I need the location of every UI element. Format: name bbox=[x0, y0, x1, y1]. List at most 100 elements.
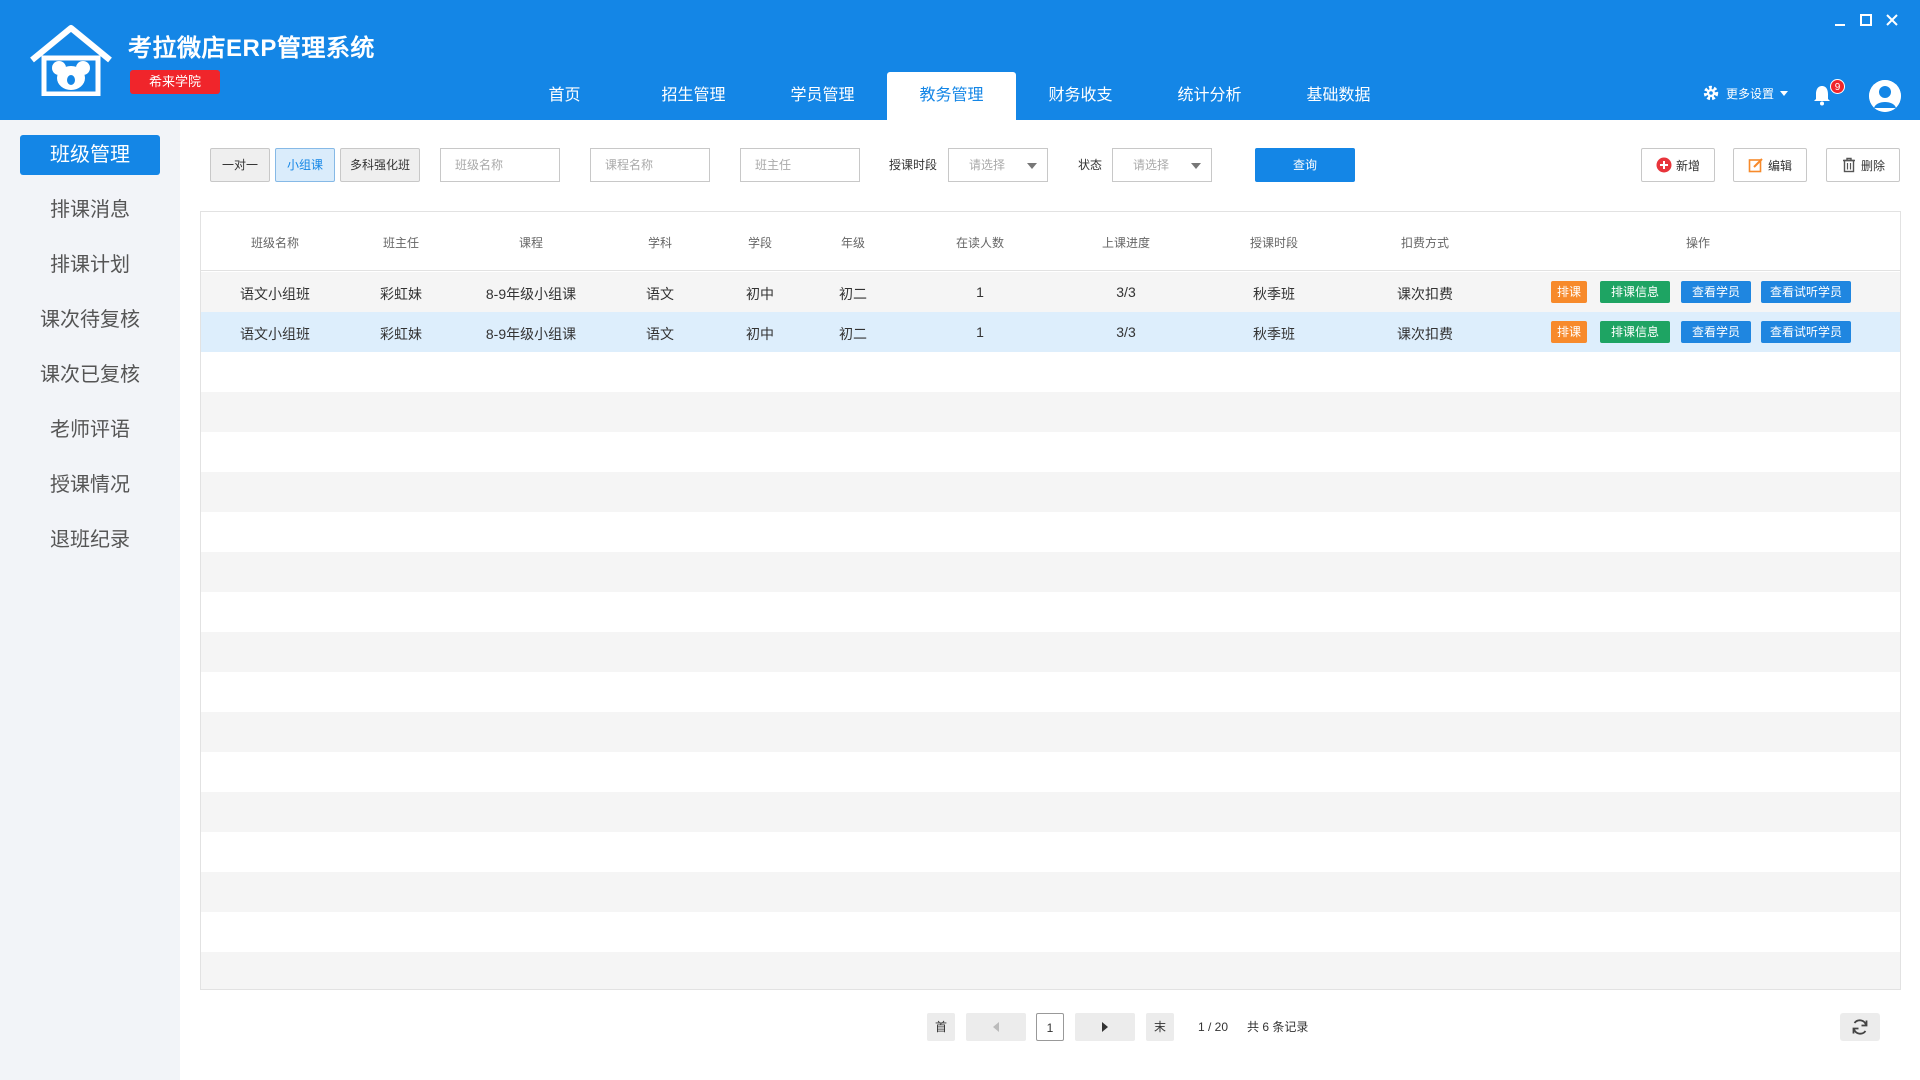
schedule-button[interactable]: 排课 bbox=[1551, 281, 1587, 303]
column-subject: 学科 bbox=[647, 236, 673, 250]
type-multi-subject-button[interactable]: 多科强化班 bbox=[340, 148, 420, 182]
empty-row bbox=[201, 512, 1900, 552]
gear-icon bbox=[1703, 85, 1719, 101]
empty-row bbox=[201, 392, 1900, 432]
sidebar-item-class-management[interactable]: 班级管理 bbox=[20, 135, 160, 175]
status-value: 请选择 bbox=[1133, 158, 1170, 172]
schedule-info-button[interactable]: 排课信息 bbox=[1600, 281, 1670, 303]
edit-label: 编辑 bbox=[1767, 158, 1792, 173]
status-select[interactable]: 请选择 bbox=[1112, 148, 1212, 182]
class-name-input[interactable]: 班级名称 bbox=[440, 148, 560, 182]
schedule-info-button[interactable]: 排课信息 bbox=[1600, 321, 1670, 343]
cell-period: 秋季班 bbox=[1253, 326, 1295, 342]
column-class-name: 班级名称 bbox=[250, 236, 300, 250]
empty-row bbox=[201, 712, 1900, 752]
delete-button[interactable]: 删除 bbox=[1826, 148, 1900, 182]
column-actions: 操作 bbox=[1685, 236, 1711, 250]
column-fee-method: 扣费方式 bbox=[1400, 236, 1450, 250]
notification-badge: 9 bbox=[1830, 79, 1845, 94]
close-icon[interactable] bbox=[1886, 12, 1898, 28]
cell-subject: 语文 bbox=[646, 326, 674, 342]
chevron-down-icon bbox=[1191, 163, 1201, 169]
cell-progress: 3/3 bbox=[1116, 324, 1136, 340]
bell-icon[interactable] bbox=[1812, 84, 1832, 106]
nav-statistics[interactable]: 统计分析 bbox=[1145, 72, 1274, 120]
head-teacher-input[interactable]: 班主任 bbox=[740, 148, 860, 182]
caret-left-icon bbox=[993, 1022, 999, 1032]
view-students-button[interactable]: 查看学员 bbox=[1681, 321, 1751, 343]
empty-row bbox=[201, 752, 1900, 792]
cell-course: 8-9年级小组课 bbox=[485, 326, 577, 342]
refresh-button[interactable] bbox=[1840, 1013, 1880, 1041]
sidebar-item-teacher-comments[interactable]: 老师评语 bbox=[20, 410, 160, 450]
next-page-button[interactable] bbox=[1075, 1013, 1135, 1041]
sidebar-item-schedule-plan[interactable]: 排课计划 bbox=[20, 245, 160, 285]
nav-academic[interactable]: 教务管理 bbox=[887, 72, 1016, 120]
nav-home[interactable]: 首页 bbox=[500, 72, 629, 120]
empty-row bbox=[201, 472, 1900, 512]
empty-row bbox=[201, 352, 1900, 392]
cell-subject: 语文 bbox=[646, 286, 674, 302]
column-progress: 上课进度 bbox=[1101, 236, 1151, 250]
page-number-input[interactable]: 1 bbox=[1036, 1013, 1064, 1041]
view-students-button[interactable]: 查看学员 bbox=[1681, 281, 1751, 303]
empty-row bbox=[201, 832, 1900, 872]
empty-row bbox=[201, 912, 1900, 952]
edit-button[interactable]: 编辑 bbox=[1733, 148, 1807, 182]
cell-enrolled: 1 bbox=[976, 284, 984, 300]
nav-base-data[interactable]: 基础数据 bbox=[1274, 72, 1403, 120]
cell-course: 8-9年级小组课 bbox=[485, 286, 577, 302]
cell-head-teacher: 彩虹妹 bbox=[380, 326, 422, 342]
column-head-teacher: 班主任 bbox=[382, 236, 420, 250]
type-small-group-button[interactable]: 小组课 bbox=[275, 148, 335, 182]
sidebar-item-reviewed[interactable]: 课次已复核 bbox=[20, 355, 160, 395]
edit-icon bbox=[1748, 158, 1763, 173]
status-label: 状态 bbox=[1078, 158, 1103, 172]
cell-fee-method: 课次扣费 bbox=[1397, 286, 1453, 302]
more-settings-button[interactable]: 更多设置 bbox=[1702, 84, 1789, 102]
chevron-down-icon bbox=[1780, 90, 1789, 96]
type-one-on-one-button[interactable]: 一对一 bbox=[210, 148, 270, 182]
teaching-period-value: 请选择 bbox=[969, 158, 1006, 172]
schedule-button[interactable]: 排课 bbox=[1551, 321, 1587, 343]
add-button[interactable]: 新增 bbox=[1641, 148, 1715, 182]
table-row[interactable]: 语文小组班 彩虹妹 8-9年级小组课 语文 初中 初二 1 3/3 秋季班 课次… bbox=[201, 312, 1900, 352]
nav-finance[interactable]: 财务收支 bbox=[1016, 72, 1145, 120]
last-page-button[interactable]: 末 bbox=[1146, 1013, 1174, 1041]
page-info: 1 / 20 bbox=[1198, 1020, 1229, 1034]
minimize-icon[interactable] bbox=[1834, 12, 1846, 28]
prev-page-button[interactable] bbox=[966, 1013, 1026, 1041]
nav-students[interactable]: 学员管理 bbox=[758, 72, 887, 120]
first-page-button[interactable]: 首 bbox=[927, 1013, 955, 1041]
view-trial-students-button[interactable]: 查看试听学员 bbox=[1761, 281, 1851, 303]
empty-row bbox=[201, 432, 1900, 472]
cell-period: 秋季班 bbox=[1253, 286, 1295, 302]
sidebar-item-pending-review[interactable]: 课次待复核 bbox=[20, 300, 160, 340]
cell-head-teacher: 彩虹妹 bbox=[380, 286, 422, 302]
view-trial-students-button[interactable]: 查看试听学员 bbox=[1761, 321, 1851, 343]
cell-fee-method: 课次扣费 bbox=[1397, 326, 1453, 342]
cell-class-name: 语文小组班 bbox=[240, 286, 310, 302]
empty-row bbox=[201, 952, 1900, 989]
course-name-input[interactable]: 课程名称 bbox=[590, 148, 710, 182]
cell-progress: 3/3 bbox=[1116, 284, 1136, 300]
sidebar-item-withdrawal-records[interactable]: 退班纪录 bbox=[20, 520, 160, 560]
koala-house-logo-icon bbox=[30, 25, 112, 96]
teaching-period-select[interactable]: 请选择 bbox=[948, 148, 1048, 182]
column-enrolled: 在读人数 bbox=[955, 236, 1005, 250]
total-records: 共 6 条记录 bbox=[1247, 1020, 1309, 1034]
sidebar-item-schedule-messages[interactable]: 排课消息 bbox=[20, 190, 160, 230]
sidebar-item-teaching-status[interactable]: 授课情况 bbox=[20, 465, 160, 505]
table-header: 班级名称 班主任 课程 学科 学段 年级 在读人数 上课进度 授课时段 扣费方式… bbox=[201, 212, 1900, 271]
teaching-period-label: 授课时段 bbox=[889, 158, 938, 172]
cell-grade: 初二 bbox=[839, 286, 867, 302]
column-period: 授课时段 bbox=[1249, 236, 1299, 250]
table-row[interactable]: 语文小组班 彩虹妹 8-9年级小组课 语文 初中 初二 1 3/3 秋季班 课次… bbox=[201, 272, 1900, 312]
avatar[interactable] bbox=[1869, 80, 1901, 112]
cell-stage: 初中 bbox=[746, 286, 774, 302]
query-button[interactable]: 查询 bbox=[1255, 148, 1355, 182]
delete-label: 删除 bbox=[1860, 158, 1885, 173]
maximize-icon[interactable] bbox=[1860, 12, 1872, 28]
nav-enrollment[interactable]: 招生管理 bbox=[629, 72, 758, 120]
cell-class-name: 语文小组班 bbox=[240, 326, 310, 342]
